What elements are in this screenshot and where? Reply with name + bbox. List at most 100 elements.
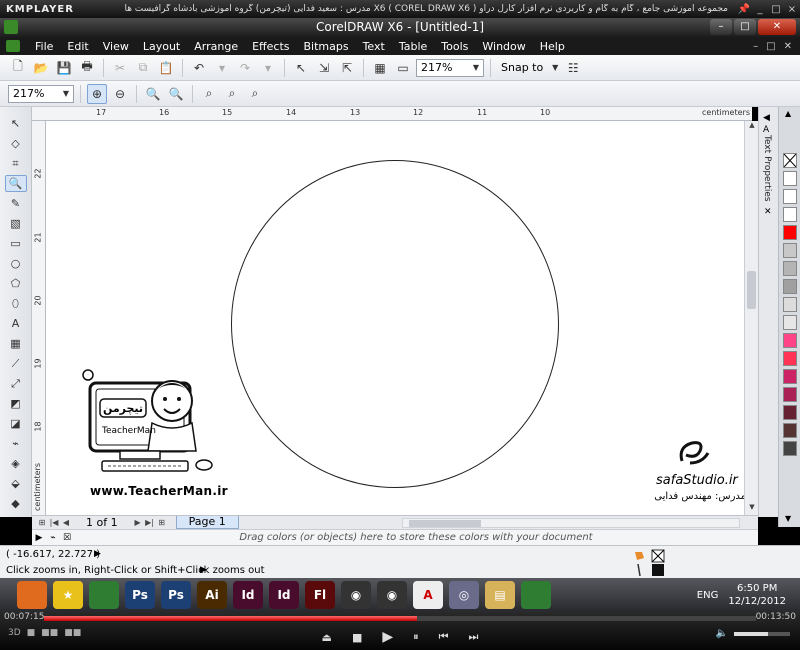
next-icon[interactable]: ⏭ (469, 630, 479, 644)
basic-shapes-icon[interactable]: ⬯ (5, 295, 27, 312)
close-button[interactable]: ✕ (758, 19, 796, 35)
minimize-button[interactable]: – (710, 19, 732, 35)
color-swatch[interactable] (783, 315, 797, 330)
docker-arrow-icon[interactable]: ◀ (763, 113, 770, 123)
page-tab[interactable]: Page 1 (175, 516, 239, 529)
menu-file[interactable]: File (28, 40, 60, 53)
color-swatch[interactable] (783, 243, 797, 258)
zoom-selected-icon[interactable]: 🔍 (143, 84, 163, 104)
next-page-icon[interactable]: ▶ (132, 518, 144, 527)
menu-edit[interactable]: Edit (60, 40, 95, 53)
top-ruler[interactable]: 17 16 15 14 13 12 11 10 centimeters (32, 107, 752, 121)
ellipse-tool-icon[interactable]: ○ (5, 255, 27, 272)
menu-window[interactable]: Window (475, 40, 532, 53)
doc-minimize-button[interactable]: – (753, 41, 758, 52)
color-swatch[interactable] (783, 225, 797, 240)
color-swatch[interactable] (783, 351, 797, 366)
indesign-icon[interactable]: Id (233, 581, 263, 609)
color-swatch[interactable] (783, 297, 797, 312)
color-swatch[interactable] (783, 279, 797, 294)
color-swatch[interactable] (783, 423, 797, 438)
illustrator-icon[interactable]: Ai (197, 581, 227, 609)
menu-arrange[interactable]: Arrange (187, 40, 245, 53)
menu-view[interactable]: View (96, 40, 136, 53)
clock[interactable]: 6:50 PM 12/12/2012 (728, 582, 786, 608)
indesign2-icon[interactable]: Id (269, 581, 299, 609)
zoom-page-icon[interactable]: ⌕ (199, 84, 219, 104)
speaker-icon[interactable]: 🔈 (716, 628, 728, 639)
pick-tool-icon[interactable]: ↖ (5, 115, 27, 132)
menu-text[interactable]: Text (356, 40, 392, 53)
interactive-fill-icon[interactable]: ◆ (5, 495, 27, 512)
text-tool-icon[interactable]: A (5, 315, 27, 332)
scroll-down-icon[interactable]: ▼ (745, 503, 759, 515)
welcome-screen-icon[interactable]: ▭ (393, 58, 413, 78)
zoom-all-objects-icon[interactable]: 🔍 (166, 84, 186, 104)
photoshop2-icon[interactable]: Ps (161, 581, 191, 609)
document-palette[interactable]: ▶ ⌁ ☒ Drag colors (or objects) here to s… (32, 529, 758, 545)
connector-tool-icon[interactable]: ⤢ (5, 375, 27, 392)
km-close-button[interactable]: × (784, 4, 800, 15)
chevron-down-icon[interactable]: ▼ (550, 58, 560, 78)
color-swatch[interactable] (783, 171, 797, 186)
print-icon[interactable]: 🖶 (77, 58, 97, 78)
zoom-tool-icon[interactable]: 🔍 (4, 175, 27, 192)
options-icon[interactable]: ☷ (563, 58, 583, 78)
pause-icon[interactable]: ⏸ (413, 630, 419, 644)
fill-outline-indicator[interactable] (632, 548, 672, 578)
folder-icon[interactable]: ▤ (485, 581, 515, 609)
horizontal-scrollbar[interactable] (402, 518, 740, 528)
seek-bar[interactable] (44, 616, 756, 621)
first-page-icon[interactable]: |◀ (48, 518, 60, 527)
language-indicator[interactable]: ENG (697, 590, 719, 601)
import-icon[interactable]: ⇲ (314, 58, 334, 78)
scroll-up-icon[interactable]: ▲ (745, 121, 759, 133)
play-icon[interactable]: ▶ (382, 629, 393, 645)
vertical-scroll-thumb[interactable] (747, 271, 756, 309)
cut-icon[interactable]: ✂ (110, 58, 130, 78)
docker-label[interactable]: Text Properties (762, 135, 772, 202)
redo-icon[interactable]: ↷ (235, 58, 255, 78)
freehand-tool-icon[interactable]: ✎ (5, 195, 27, 212)
photoshop-icon[interactable]: Ps (125, 581, 155, 609)
ellipse-shape[interactable] (231, 160, 559, 488)
menu-effects[interactable]: Effects (245, 40, 296, 53)
undo-dropdown-icon[interactable]: ▾ (212, 58, 232, 78)
save-icon[interactable]: 💾 (54, 58, 74, 78)
color-swatch[interactable] (783, 405, 797, 420)
color-swatch[interactable] (783, 441, 797, 456)
shape-tool-icon[interactable]: ◇ (5, 135, 27, 152)
hint-arrow-icon[interactable]: ▶ (200, 565, 207, 575)
color-swatch[interactable] (783, 207, 797, 222)
menu-table[interactable]: Table (392, 40, 434, 53)
smart-fill-icon[interactable]: ▧ (5, 215, 27, 232)
left-ruler[interactable]: 22 21 20 19 18 centimeters (32, 121, 46, 515)
crop-tool-icon[interactable]: ⌗ (5, 155, 27, 172)
undo-icon[interactable]: ↶ (189, 58, 209, 78)
table-tool-icon[interactable]: ▦ (5, 335, 27, 352)
coords-arrow-icon[interactable]: ▶ (94, 549, 101, 559)
app-icon-2[interactable]: ◉ (377, 581, 407, 609)
menu-layout[interactable]: Layout (136, 40, 187, 53)
color-swatch[interactable] (783, 369, 797, 384)
drawing-canvas[interactable]: تیچرمن TeacherMan www.TeacherMan.ir safa… (46, 121, 744, 515)
doc-palette-none-icon[interactable]: ☒ (60, 533, 74, 543)
export-icon[interactable]: ⇱ (337, 58, 357, 78)
menu-tools[interactable]: Tools (434, 40, 475, 53)
docker-close-icon[interactable]: ✕ (764, 207, 772, 217)
pin-icon[interactable]: 📌 (736, 4, 752, 15)
flash-icon[interactable]: Fl (305, 581, 335, 609)
previous-page-icon[interactable]: ◀ (60, 518, 72, 527)
coreldraw-active-icon[interactable] (521, 581, 551, 609)
open-icon[interactable]: 📂 (31, 58, 51, 78)
color-swatch[interactable] (783, 387, 797, 402)
volume-slider[interactable] (734, 632, 790, 636)
palette-up-icon[interactable]: ▲ (785, 109, 791, 118)
coreldraw-icon[interactable] (89, 581, 119, 609)
horizontal-scroll-thumb[interactable] (409, 520, 481, 527)
color-swatch[interactable] (783, 261, 797, 276)
doc-restore-button[interactable]: □ (766, 41, 775, 52)
redo-dropdown-icon[interactable]: ▾ (258, 58, 278, 78)
zoom-in-icon[interactable]: ⊕ (87, 83, 107, 104)
document-icon[interactable] (6, 40, 20, 52)
